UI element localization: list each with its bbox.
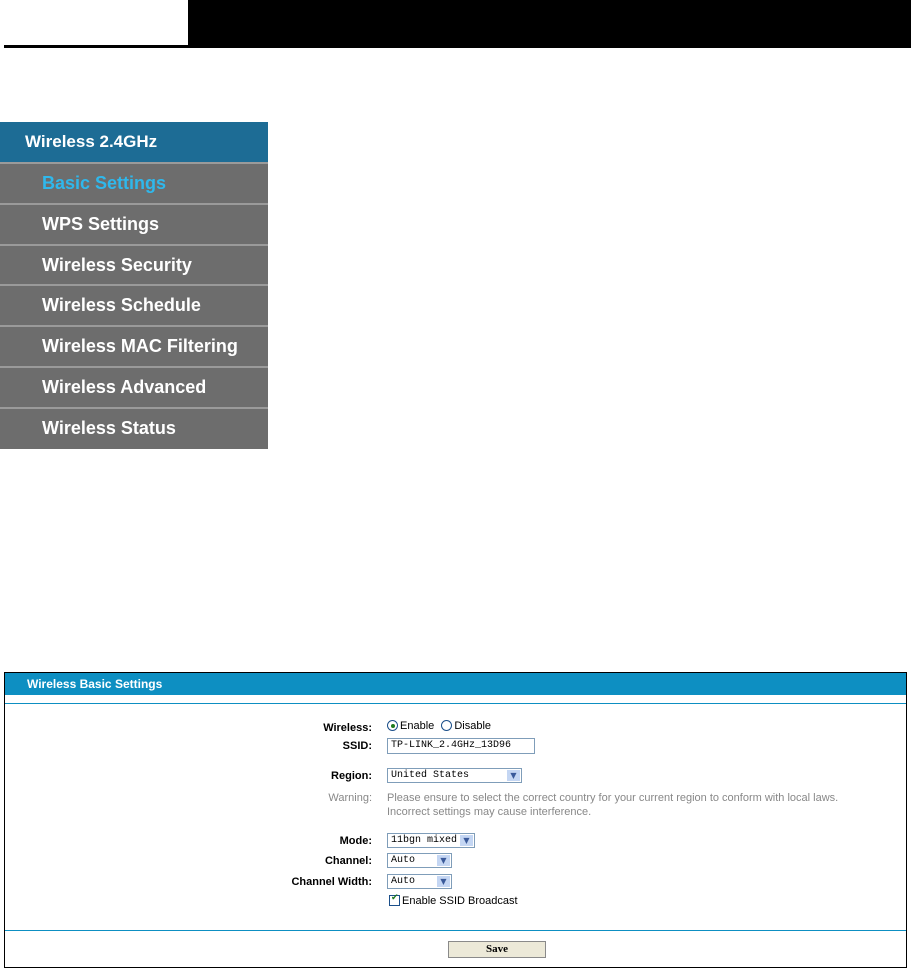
region-select-value: United States: [391, 770, 470, 781]
ssid-row: SSID: TP-LINK_2.4GHz_13D96: [5, 738, 906, 756]
wireless-radio-group: Enable Disable: [387, 720, 491, 732]
channel-row: Channel: Auto ▼: [5, 853, 906, 871]
divider-top: [5, 703, 906, 704]
region-select[interactable]: United States ▼: [387, 768, 522, 783]
mode-select-value: 11bgn mixed: [391, 835, 458, 846]
top-header-bar: [188, 0, 911, 48]
menu-item-wireless-schedule[interactable]: Wireless Schedule: [0, 284, 268, 325]
channel-select-value: Auto: [391, 855, 416, 866]
menu-header[interactable]: Wireless 2.4GHz: [0, 122, 268, 162]
wireless-row: Wireless: Enable Disable: [5, 720, 906, 738]
enable-radio-icon[interactable]: [387, 720, 398, 731]
divider-bottom: [5, 930, 906, 931]
region-label: Region:: [331, 770, 372, 782]
warning-text-line1: Please ensure to select the correct coun…: [387, 792, 839, 804]
region-row: Region: United States ▼: [5, 768, 906, 786]
mode-row: Mode: 11bgn mixed ▼: [5, 833, 906, 851]
channel-label: Channel:: [324, 855, 372, 867]
header-underline: [4, 45, 188, 48]
menu-item-wireless-mac-filtering[interactable]: Wireless MAC Filtering: [0, 325, 268, 366]
chevron-down-icon[interactable]: ▼: [437, 855, 450, 866]
ssid-broadcast-label[interactable]: Enable SSID Broadcast: [402, 895, 518, 907]
warning-text-line2: Incorrect settings may cause interferenc…: [387, 806, 592, 818]
ssid-input[interactable]: TP-LINK_2.4GHz_13D96: [387, 738, 535, 754]
enable-radio-label[interactable]: Enable: [400, 720, 434, 732]
disable-radio-label[interactable]: Disable: [454, 720, 491, 732]
channel-width-select-value: Auto: [391, 876, 416, 887]
menu-item-wps-settings[interactable]: WPS Settings: [0, 202, 268, 244]
menu-item-wireless-status[interactable]: Wireless Status: [0, 406, 268, 448]
mode-label: Mode:: [339, 835, 372, 847]
panel-title: Wireless Basic Settings: [5, 673, 906, 695]
menu-item-wireless-security[interactable]: Wireless Security: [0, 243, 268, 285]
channel-width-select[interactable]: Auto ▼: [387, 874, 452, 889]
channel-select[interactable]: Auto ▼: [387, 853, 452, 868]
chevron-down-icon[interactable]: ▼: [460, 835, 473, 846]
menu-item-wireless-advanced[interactable]: Wireless Advanced: [0, 365, 268, 407]
chevron-down-icon[interactable]: ▼: [437, 876, 450, 887]
wireless-label: Wireless:: [323, 722, 372, 734]
wireless-basic-settings-panel: Wireless Basic Settings Wireless: Enable…: [4, 672, 907, 968]
ssid-label: SSID:: [342, 740, 372, 752]
warning-row: Warning: Please ensure to select the cor…: [5, 790, 906, 822]
warning-label: Warning:: [328, 792, 372, 804]
channel-width-row: Channel Width: Auto ▼: [5, 874, 906, 892]
mode-select[interactable]: 11bgn mixed ▼: [387, 833, 475, 848]
chevron-down-icon[interactable]: ▼: [507, 770, 520, 781]
disable-radio-icon[interactable]: [441, 720, 453, 731]
save-button[interactable]: Save: [448, 941, 546, 958]
channel-width-label: Channel Width:: [291, 876, 372, 888]
checkbox-icon[interactable]: [389, 893, 400, 906]
ssid-broadcast-row: Enable SSID Broadcast: [5, 893, 906, 913]
sidebar-menu: Wireless 2.4GHz Basic Settings WPS Setti…: [0, 122, 268, 449]
menu-item-basic-settings[interactable]: Basic Settings: [0, 162, 268, 203]
